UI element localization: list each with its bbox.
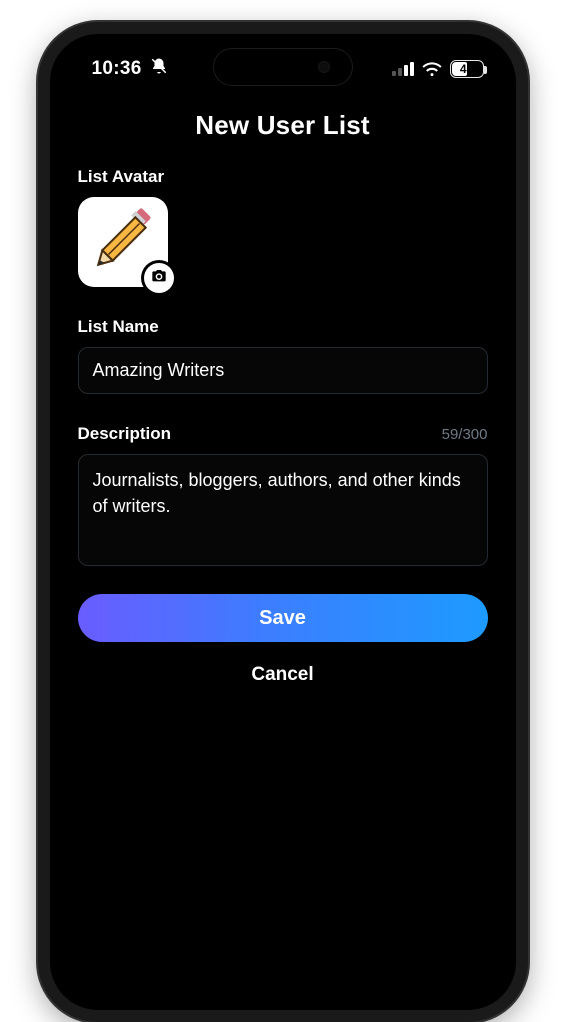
list-name-value: Amazing Writers — [93, 360, 225, 380]
list-avatar-picker[interactable] — [78, 197, 168, 287]
description-value: Journalists, bloggers, authors, and othe… — [93, 470, 461, 516]
description-label: Description — [78, 424, 172, 444]
page-title: New User List — [78, 110, 488, 141]
change-avatar-button[interactable] — [144, 263, 174, 293]
status-time: 10:36 — [92, 58, 142, 80]
pencil-icon — [90, 207, 156, 278]
status-bar: 10:36 47 — [78, 34, 488, 92]
battery-percent: 47 — [451, 61, 483, 77]
list-name-input[interactable]: Amazing Writers — [78, 347, 488, 394]
description-input[interactable]: Journalists, bloggers, authors, and othe… — [78, 454, 488, 566]
phone-frame: 10:36 47 New User List List — [38, 22, 528, 1022]
cellular-icon — [392, 62, 414, 76]
avatar-label: List Avatar — [78, 167, 488, 187]
wifi-icon — [422, 61, 442, 77]
save-button[interactable]: Save — [78, 594, 488, 642]
cancel-button[interactable]: Cancel — [78, 664, 488, 686]
name-label: List Name — [78, 317, 488, 337]
description-counter: 59/300 — [442, 426, 488, 443]
bell-off-icon — [150, 57, 168, 81]
battery-icon: 47 — [450, 60, 484, 78]
camera-icon — [151, 268, 167, 289]
